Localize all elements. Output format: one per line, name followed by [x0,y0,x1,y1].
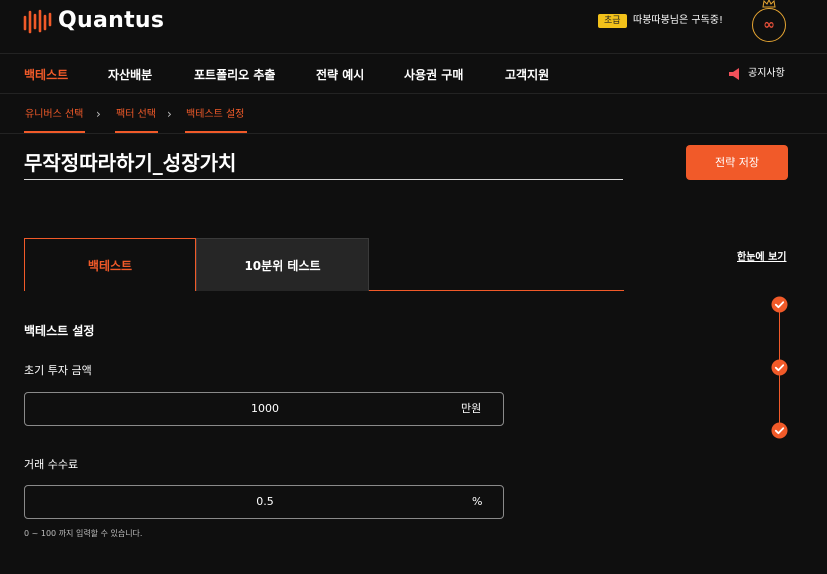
commission-label: 거래 수수료 [24,458,79,471]
chevron-right-icon: › [167,107,172,121]
nav-divider [0,93,827,94]
commission-unit: % [472,495,483,508]
subscription-status: 따봉따봉님은 구독중! [633,15,723,26]
megaphone-icon [729,68,739,80]
breadcrumb-divider [0,133,827,134]
nav-asset-allocation[interactable]: 자산배분 [108,67,152,83]
initial-investment-value: 1000 [251,402,279,415]
section-title: 백테스트 설정 [24,324,95,338]
crown-icon [762,0,776,8]
check-circle-icon [771,422,788,439]
overview-link[interactable]: 한눈에 보기 [737,251,786,265]
avatar[interactable]: ∞ [752,8,786,42]
logo-bars-icon [23,9,52,34]
notice-link[interactable]: 공지사항 [728,66,785,82]
brand-name: Quantus [58,8,165,33]
initial-investment-label: 초기 투자 금액 [24,364,92,377]
nav-support[interactable]: 고객지원 [505,67,549,83]
avatar-glyph: ∞ [763,17,775,33]
tab-label: 10분위 테스트 [244,258,321,273]
tab-backtest[interactable]: 백테스트 [24,238,196,291]
nav-backtest[interactable]: 백테스트 [24,67,68,83]
tab-label: 백테스트 [87,258,133,273]
breadcrumb-backtest-settings[interactable]: 백테스트 설정 [186,108,244,122]
check-circle-icon [771,296,788,313]
nav-purchase[interactable]: 사용권 구매 [404,67,463,83]
commission-field[interactable]: 0.5 % [24,485,504,519]
breadcrumb-factor[interactable]: 팩터 선택 [116,108,156,122]
quantus-logo[interactable]: Quantus [22,7,164,35]
tab-decile-test[interactable]: 10분위 테스트 [196,238,369,291]
tab-baseline-gap [25,290,195,291]
breadcrumb-universe[interactable]: 유니버스 선택 [25,108,83,122]
strategy-title[interactable]: 무작정따라하기_성장가치 [24,150,236,176]
nav-strategy-examples[interactable]: 전략 예시 [316,67,364,83]
save-strategy-button[interactable]: 전략 저장 [686,145,788,180]
notice-label: 공지사항 [748,68,785,79]
chevron-right-icon: › [96,107,101,121]
header-divider [0,53,827,54]
commission-hint: 0 ~ 100 까지 입력할 수 있습니다. [24,529,143,538]
title-underline [24,179,623,180]
grade-badge: 초급 [598,14,627,28]
commission-value: 0.5 [256,495,274,508]
initial-investment-field[interactable]: 1000 만원 [24,392,504,426]
initial-investment-unit: 만원 [461,402,482,415]
nav-portfolio-extract[interactable]: 포트폴리오 추출 [194,67,275,83]
check-circle-icon [771,359,788,376]
